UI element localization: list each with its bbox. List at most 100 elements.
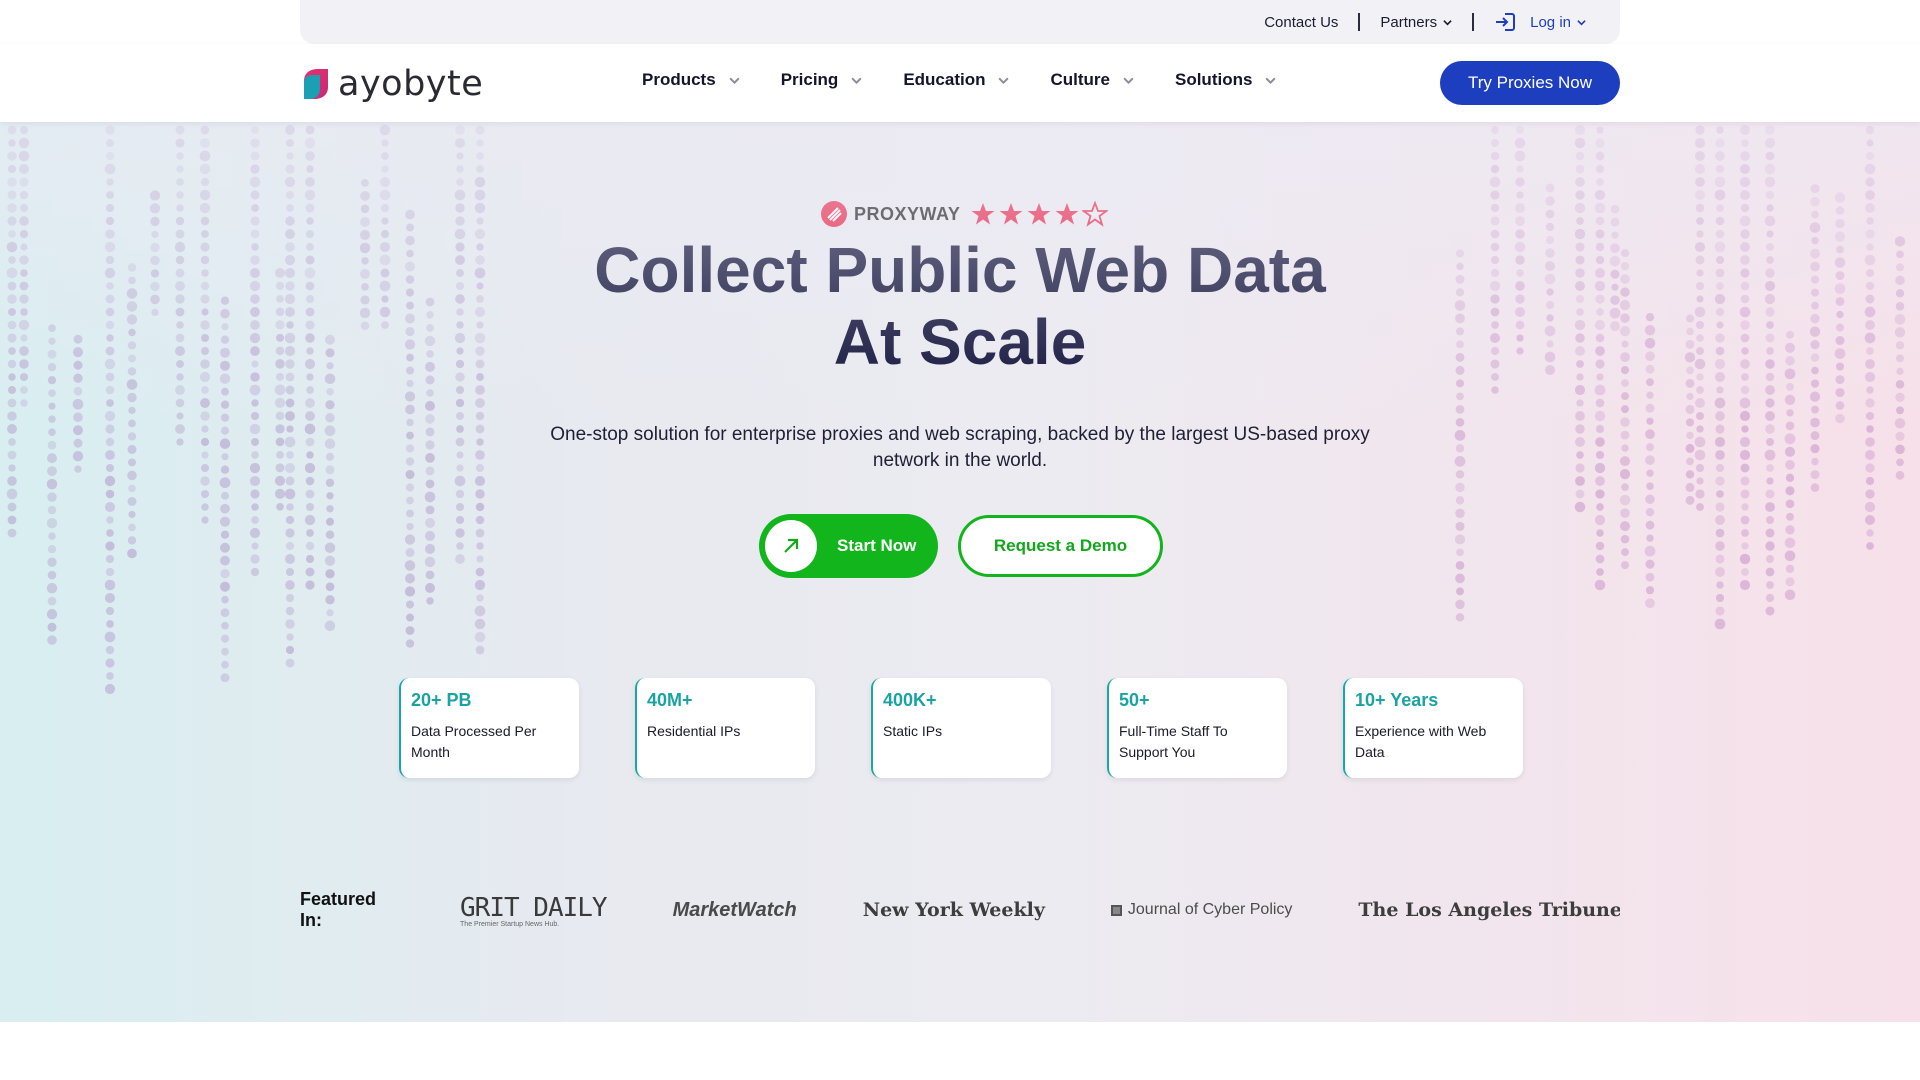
nav-item-culture[interactable]: Culture — [1050, 70, 1135, 90]
decorative-dot — [1695, 320, 1705, 330]
decorative-dot — [1514, 150, 1526, 162]
decorative-dot — [1596, 178, 1604, 186]
decorative-dot — [1455, 470, 1465, 479]
decorative-dot — [475, 645, 485, 655]
decorative-dot — [6, 241, 18, 253]
decorative-dot — [251, 243, 259, 251]
login-label: Log in — [1530, 13, 1571, 31]
decorative-dot — [221, 647, 229, 656]
try-proxies-button[interactable]: Try Proxies Now — [1440, 61, 1620, 105]
decorative-dot — [1514, 137, 1526, 149]
decorative-dot — [1685, 418, 1695, 427]
decorative-dot — [286, 204, 294, 212]
decorative-dot — [1765, 437, 1775, 447]
decorative-dot — [1696, 477, 1704, 485]
decorative-dot — [1491, 386, 1499, 394]
contact-us-link[interactable]: Contact Us — [1264, 14, 1338, 31]
nav-item-products[interactable]: Products — [642, 70, 741, 90]
login-dropdown[interactable]: Log in — [1494, 12, 1586, 32]
decorative-dot — [8, 438, 16, 446]
decorative-dot — [405, 261, 415, 272]
decorative-dot — [19, 255, 29, 265]
decorative-dot — [249, 332, 261, 344]
decorative-dot — [1516, 334, 1524, 342]
decorative-dot — [150, 294, 160, 305]
decorative-dot — [306, 451, 314, 459]
decorative-dot — [1595, 255, 1605, 265]
decorative-dot — [175, 333, 185, 343]
decorative-dot — [1715, 450, 1725, 460]
decorative-dot — [105, 437, 115, 447]
decorative-dot — [1765, 528, 1775, 538]
decorative-dot — [104, 163, 116, 175]
decorative-dot — [20, 334, 28, 342]
decorative-dot — [1785, 473, 1795, 482]
decorative-dot — [1514, 241, 1526, 253]
decorative-dot — [406, 418, 414, 427]
brand-logo[interactable]: ayobyte — [300, 64, 483, 104]
decorative-dot — [150, 269, 160, 278]
partners-dropdown[interactable]: Partners — [1380, 14, 1452, 31]
decorative-dot — [200, 359, 210, 369]
decorative-dot — [1575, 281, 1585, 291]
decorative-dot — [405, 444, 415, 453]
decorative-dot — [360, 190, 370, 201]
decorative-dot — [285, 229, 295, 239]
decorative-dot — [1489, 280, 1501, 292]
decorative-dot — [1764, 293, 1776, 305]
decorative-dot — [220, 360, 230, 371]
decorative-dot — [426, 311, 434, 319]
decorative-dot — [1595, 359, 1605, 369]
nav-item-pricing[interactable]: Pricing — [781, 70, 864, 90]
nav-item-education[interactable]: Education — [903, 70, 1010, 90]
decorative-dot — [250, 255, 260, 265]
decorative-dot — [1695, 177, 1705, 187]
decorative-dot — [127, 432, 137, 441]
decorative-dot — [1810, 184, 1820, 194]
decorative-dot — [475, 502, 485, 512]
decorative-dot — [1865, 294, 1875, 304]
decorative-dot — [1741, 529, 1749, 537]
proxyway-rating[interactable]: PROXYWAY — [820, 200, 1109, 228]
decorative-dot — [1810, 483, 1820, 492]
decorative-dot — [325, 595, 335, 605]
request-demo-button[interactable]: Request a Demo — [958, 515, 1163, 577]
decorative-dot — [175, 125, 185, 135]
decorative-dot — [1765, 333, 1775, 343]
start-now-button[interactable]: Start Now — [759, 514, 938, 578]
nav-item-solutions[interactable]: Solutions — [1175, 70, 1277, 90]
decorative-dot — [47, 349, 57, 359]
decorative-dot — [404, 339, 416, 350]
decorative-dot — [1896, 458, 1904, 467]
decorative-dot — [455, 125, 465, 135]
decorative-dot — [1595, 541, 1605, 551]
decorative-dot — [326, 452, 334, 461]
decorative-dot — [326, 492, 334, 500]
decorative-dot — [404, 391, 416, 402]
decorative-dot — [1575, 255, 1585, 265]
decorative-dot — [454, 137, 466, 149]
decorative-dot — [1784, 550, 1796, 562]
decorative-dot — [1594, 189, 1606, 201]
decorative-dot — [127, 548, 137, 559]
decorative-dot — [1715, 476, 1725, 486]
decorative-dot — [7, 398, 17, 408]
decorative-dot — [1575, 177, 1585, 187]
decorative-dot — [475, 463, 485, 473]
decorative-dot — [454, 189, 466, 201]
decorative-dot — [304, 358, 316, 370]
decorative-dot — [1620, 417, 1630, 427]
decorative-dot — [19, 190, 29, 200]
decorative-dot — [1765, 411, 1775, 421]
decorative-dot — [1456, 392, 1464, 401]
decorative-dot — [1835, 413, 1845, 424]
decorative-dot — [1491, 373, 1499, 381]
decorative-dot — [325, 400, 335, 410]
decorative-dot — [249, 176, 261, 188]
decorative-dot — [285, 242, 295, 252]
decorative-dot — [1715, 593, 1725, 603]
star-filled-icon — [1055, 203, 1079, 225]
partners-label: Partners — [1380, 13, 1438, 31]
chevron-down-icon — [998, 77, 1010, 84]
decorative-dot — [175, 294, 185, 304]
